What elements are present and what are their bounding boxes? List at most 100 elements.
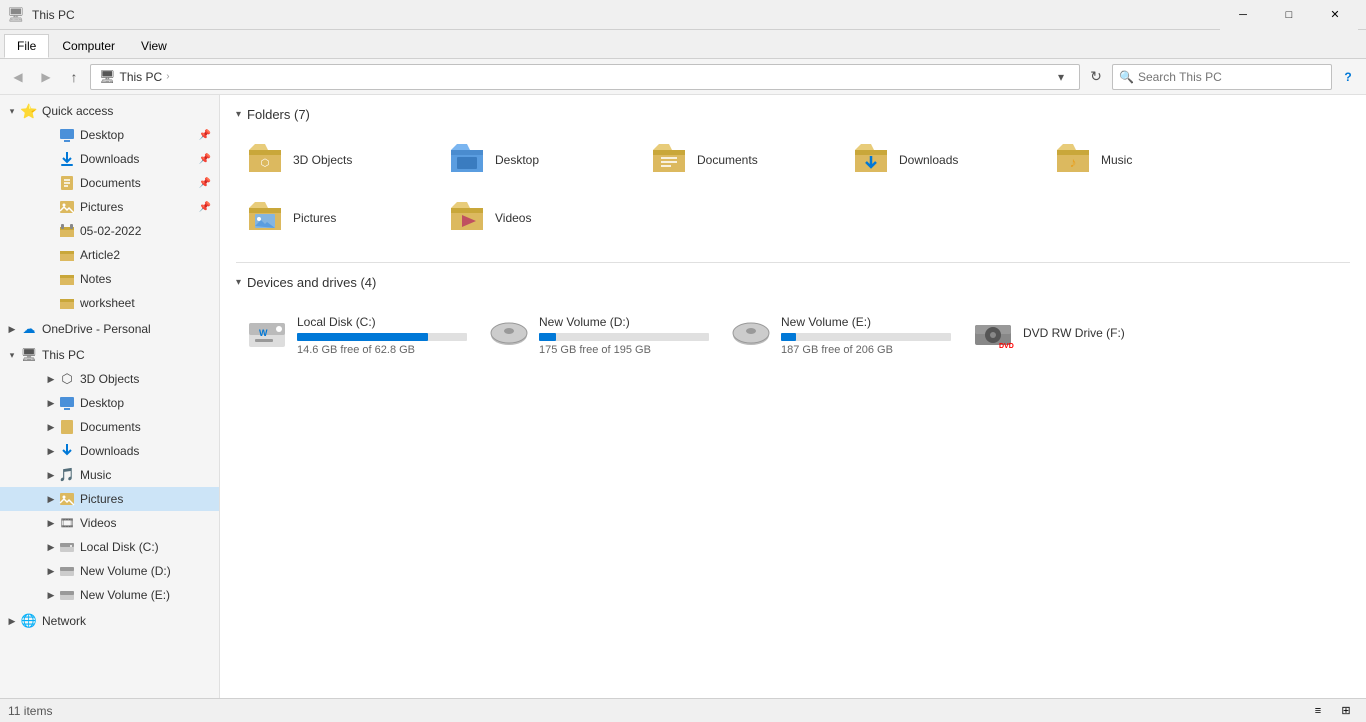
date-folder-icon: [58, 222, 76, 240]
title-controls: ─ □ ✕: [1220, 0, 1358, 30]
sidebar-thispc-downloads-label: Downloads: [80, 444, 139, 458]
drive-volume-e-name: New Volume (E:): [781, 315, 951, 329]
drives-section-header: ▾ Devices and drives (4): [236, 275, 1350, 290]
drive-local-c-info: Local Disk (C:) 14.6 GB free of 62.8 GB: [297, 315, 467, 356]
svg-text:W: W: [259, 328, 268, 338]
folders-section-title: Folders (7): [247, 107, 310, 122]
drive-volume-d[interactable]: New Volume (D:) 175 GB free of 195 GB: [478, 300, 718, 370]
title-bar: 🖥 This PC ─ □ ✕: [0, 0, 1366, 30]
drive-volume-d-name: New Volume (D:): [539, 315, 709, 329]
sidebar-item-thispc-desktop[interactable]: ▶ Desktop: [0, 391, 219, 415]
sidebar-item-thispc-pictures[interactable]: ▶ Pictures: [0, 487, 219, 511]
expand-local-c: ▶: [44, 540, 58, 554]
title-text: This PC: [32, 8, 1220, 22]
forward-button[interactable]: ▶: [34, 65, 58, 89]
sidebar-item-worksheet[interactable]: worksheet: [0, 291, 219, 315]
sidebar-header-thispc[interactable]: ▾ 🖥 This PC: [0, 343, 219, 367]
drive-volume-e-bar-bg: [781, 333, 951, 341]
drives-toggle[interactable]: ▾: [236, 277, 241, 288]
sidebar-item-documents[interactable]: Documents 📌: [0, 171, 219, 195]
network-label: Network: [42, 614, 86, 628]
pin-icon-pictures: 📌: [199, 202, 211, 213]
drive-local-c-icon: W: [245, 313, 289, 357]
drive-volume-e[interactable]: New Volume (E:) 187 GB free of 206 GB: [720, 300, 960, 370]
section-divider: [236, 262, 1350, 263]
folder-desktop[interactable]: Desktop: [438, 132, 638, 188]
sidebar-item-volume-d[interactable]: ▶ New Volume (D:): [0, 559, 219, 583]
volume-d-icon: [58, 562, 76, 580]
sidebar-item-3dobjects[interactable]: ▶ ⬡ 3D Objects: [0, 367, 219, 391]
sidebar-header-onedrive[interactable]: ▶ ☁ OneDrive - Personal: [0, 317, 219, 341]
view-details-button[interactable]: ≡: [1306, 702, 1330, 720]
drive-local-c-bar-bg: [297, 333, 467, 341]
thispc-toggle: ▾: [4, 347, 20, 363]
expand-arrow-desktop: [44, 128, 58, 142]
address-dropdown-button[interactable]: ▾: [1051, 65, 1071, 89]
svg-text:♪: ♪: [1070, 154, 1077, 170]
folder-pictures[interactable]: Pictures: [236, 190, 436, 246]
search-input[interactable]: [1138, 70, 1325, 84]
expand-thispc-documents: ▶: [44, 420, 58, 434]
sidebar-item-local-disk-c[interactable]: ▶ Local Disk (C:): [0, 535, 219, 559]
sidebar-item-desktop[interactable]: Desktop 📌: [0, 123, 219, 147]
sidebar: ▾ ⭐ Quick access Desktop 📌 Downloads: [0, 95, 220, 698]
folder-music-name: Music: [1101, 153, 1132, 167]
sidebar-item-thispc-downloads[interactable]: ▶ Downloads: [0, 439, 219, 463]
folder-videos[interactable]: Videos: [438, 190, 638, 246]
drive-local-c-space: 14.6 GB free of 62.8 GB: [297, 344, 467, 356]
status-count: 11 items: [8, 704, 52, 718]
up-button[interactable]: ↑: [62, 65, 86, 89]
volume-e-icon: [58, 586, 76, 604]
folder-pictures-icon: [245, 198, 285, 238]
worksheet-icon: [58, 294, 76, 312]
drive-dvd-f-icon: DVD: [971, 313, 1015, 357]
back-button[interactable]: ◀: [6, 65, 30, 89]
sidebar-thispc-documents-label: Documents: [80, 420, 141, 434]
drive-local-c-name: Local Disk (C:): [297, 315, 467, 329]
onedrive-label: OneDrive - Personal: [42, 322, 151, 336]
address-bar[interactable]: 🖥 This PC › ▾: [90, 64, 1080, 90]
sidebar-item-downloads[interactable]: Downloads 📌: [0, 147, 219, 171]
article2-icon: [58, 246, 76, 264]
folder-desktop-info: Desktop: [495, 153, 539, 167]
sidebar-item-thispc-documents[interactable]: ▶ Documents: [0, 415, 219, 439]
folders-toggle[interactable]: ▾: [236, 109, 241, 120]
drive-dvd-f-name: DVD RW Drive (F:): [1023, 326, 1193, 340]
search-bar[interactable]: 🔍: [1112, 64, 1332, 90]
tab-view[interactable]: View: [128, 34, 180, 58]
sidebar-item-date-folder[interactable]: 05-02-2022: [0, 219, 219, 243]
refresh-button[interactable]: ↻: [1084, 65, 1108, 89]
view-large-icons-button[interactable]: ⊞: [1334, 702, 1358, 720]
folder-3dobjects[interactable]: ⬡ 3D Objects: [236, 132, 436, 188]
drive-local-c[interactable]: W Local Disk (C:) 14.6 GB free of 62.8 G…: [236, 300, 476, 370]
sidebar-item-article2[interactable]: Article2: [0, 243, 219, 267]
help-button[interactable]: ?: [1336, 65, 1360, 89]
drive-volume-e-bar-fill: [781, 333, 796, 341]
expand-thispc-pictures: ▶: [44, 492, 58, 506]
minimize-button[interactable]: ─: [1220, 0, 1266, 30]
folder-pictures-info: Pictures: [293, 211, 336, 225]
maximize-button[interactable]: □: [1266, 0, 1312, 30]
search-icon: 🔍: [1119, 70, 1134, 84]
sidebar-item-volume-e[interactable]: ▶ New Volume (E:): [0, 583, 219, 607]
tab-computer[interactable]: Computer: [49, 34, 128, 58]
sidebar-header-network[interactable]: ▶ 🌐 Network: [0, 609, 219, 633]
close-button[interactable]: ✕: [1312, 0, 1358, 30]
sidebar-item-videos[interactable]: ▶ 🎞 Videos: [0, 511, 219, 535]
sidebar-item-music[interactable]: ▶ 🎵 Music: [0, 463, 219, 487]
sidebar-header-quick-access[interactable]: ▾ ⭐ Quick access: [0, 99, 219, 123]
sidebar-section-network: ▶ 🌐 Network: [0, 609, 219, 633]
sidebar-item-notes[interactable]: Notes: [0, 267, 219, 291]
sidebar-notes-label: Notes: [80, 272, 111, 286]
sidebar-item-pictures[interactable]: Pictures 📌: [0, 195, 219, 219]
folder-music[interactable]: ♪ Music: [1044, 132, 1244, 188]
sidebar-3dobjects-label: 3D Objects: [80, 372, 139, 386]
app-icon: 🖥: [8, 7, 24, 23]
sidebar-thispc-pictures-label: Pictures: [80, 492, 123, 506]
sidebar-local-c-label: Local Disk (C:): [80, 540, 159, 554]
tab-file[interactable]: File: [4, 34, 49, 58]
drive-volume-d-icon: [487, 313, 531, 357]
folder-documents[interactable]: Documents: [640, 132, 840, 188]
drive-dvd-f[interactable]: DVD DVD RW Drive (F:): [962, 300, 1202, 370]
folder-downloads[interactable]: Downloads: [842, 132, 1042, 188]
